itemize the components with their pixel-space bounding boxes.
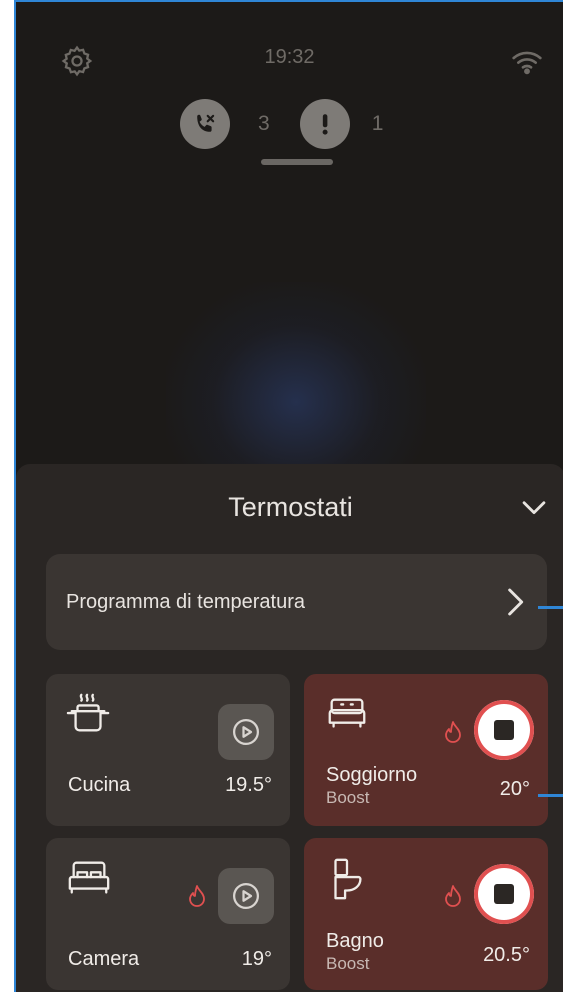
temperature-program-row[interactable]: Programma di temperatura bbox=[46, 554, 547, 650]
notification-summary: 3 1 bbox=[180, 98, 413, 150]
stop-icon bbox=[494, 884, 514, 904]
tile-mode: Boost bbox=[326, 788, 370, 807]
sheet-title: Termostati bbox=[228, 492, 353, 522]
stop-icon bbox=[494, 720, 514, 740]
tile-temperature: 19° bbox=[241, 948, 272, 970]
missed-call-badge[interactable] bbox=[180, 99, 230, 149]
tile-name: Camera bbox=[68, 948, 140, 970]
thermostat-tile-bagno[interactable]: Bagno Boost 20.5° bbox=[304, 838, 548, 990]
stop-button-bagno[interactable] bbox=[474, 864, 534, 924]
chevron-right-icon bbox=[508, 588, 524, 616]
clock: 19:32 bbox=[264, 46, 315, 68]
program-label: Programma di temperatura bbox=[66, 590, 305, 613]
missed-call-icon bbox=[197, 114, 215, 132]
chevron-down-icon[interactable] bbox=[517, 490, 551, 524]
sofa-icon bbox=[328, 698, 366, 728]
tile-temperature: 19.5° bbox=[225, 774, 272, 796]
stop-button-soggiorno[interactable] bbox=[474, 700, 534, 760]
wifi-icon bbox=[512, 51, 542, 75]
annotation-line bbox=[538, 794, 563, 797]
alert-icon bbox=[322, 114, 328, 135]
tile-temperature: 20.5° bbox=[483, 944, 530, 966]
annotation-line bbox=[538, 606, 563, 609]
cooking-pot-icon bbox=[66, 693, 110, 732]
screen: 19:32 3 1 Termostati Programma di temper… bbox=[14, 0, 563, 992]
flame-icon bbox=[445, 721, 461, 743]
tile-name: Soggiorno bbox=[326, 764, 418, 786]
toilet-icon bbox=[334, 858, 362, 900]
tile-name: Bagno bbox=[326, 930, 384, 952]
thermostat-tile-soggiorno[interactable]: Soggiorno Boost 20° bbox=[304, 674, 548, 826]
thermostat-tile-camera[interactable]: Camera 19° bbox=[46, 838, 290, 990]
tile-mode: Boost bbox=[326, 954, 370, 973]
thermostat-tile-cucina[interactable]: Cucina 19.5° bbox=[46, 674, 290, 826]
play-icon bbox=[233, 719, 259, 745]
missed-call-count: 3 bbox=[258, 112, 270, 135]
bed-icon bbox=[68, 861, 110, 894]
flame-icon bbox=[445, 885, 461, 907]
play-button-cucina[interactable] bbox=[218, 704, 274, 760]
play-button-camera[interactable] bbox=[218, 868, 274, 924]
play-icon bbox=[233, 883, 259, 909]
alert-count: 1 bbox=[371, 112, 384, 135]
tile-name: Cucina bbox=[68, 774, 131, 796]
alert-badge[interactable] bbox=[299, 99, 350, 149]
tile-temperature: 20° bbox=[499, 778, 530, 800]
flame-icon bbox=[189, 885, 205, 907]
thermostats-sheet: Termostati Programma di temperatura Cuci bbox=[16, 464, 563, 992]
drag-handle[interactable] bbox=[261, 159, 333, 165]
